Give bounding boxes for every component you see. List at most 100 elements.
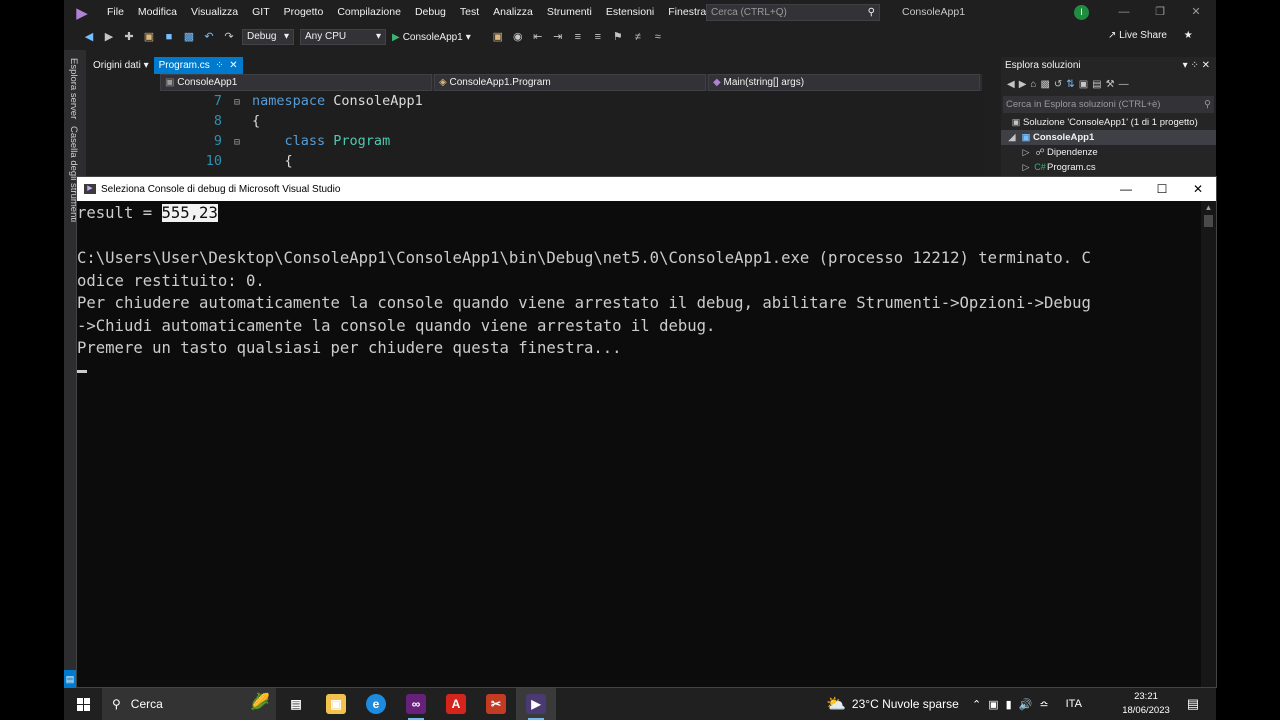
menu-debug[interactable]: Debug (408, 0, 453, 25)
language-indicator[interactable]: ITA (1066, 698, 1082, 710)
preview-icon[interactable]: — (1119, 79, 1129, 90)
taskbar-search[interactable]: ⚲ Cerca 🌽 (102, 688, 276, 720)
step-into-icon[interactable]: ⇥ (551, 30, 565, 44)
tree-solution[interactable]: ▣ Soluzione 'ConsoleApp1' (1 di 1 progett… (1001, 115, 1216, 130)
home-icon[interactable]: ⌂ (1030, 79, 1036, 90)
close-icon[interactable]: ✕ (1180, 177, 1216, 201)
bookmark-icon[interactable]: ⚑ (611, 30, 625, 44)
chevron-down-icon[interactable]: ▾ (1183, 60, 1188, 71)
member-dropdown[interactable]: ◆ Main(string[] args) (708, 74, 980, 91)
user-avatar[interactable]: I (1074, 5, 1089, 20)
solution-label: Soluzione 'ConsoleApp1' (1 di 1 progetto… (1023, 117, 1198, 128)
uncomment-icon[interactable]: ≈ (651, 30, 665, 44)
acrobat-button[interactable]: A (436, 688, 476, 720)
comment-icon[interactable]: ≠ (631, 30, 645, 44)
console-line: C:\Users\User\Desktop\ConsoleApp1\Consol… (77, 249, 1091, 267)
collapsed-arrow-icon[interactable]: ▷ (1019, 145, 1033, 160)
menu-progetto[interactable]: Progetto (277, 0, 331, 25)
menu-estensioni[interactable]: Estensioni (599, 0, 661, 25)
browse-icon[interactable]: ▣ (491, 30, 505, 44)
minimize-icon[interactable]: — (1108, 177, 1144, 201)
menu-test[interactable]: Test (453, 0, 486, 25)
code-line: 7 ⊟ namespace ConsoleApp1 (160, 91, 960, 111)
open-folder-icon[interactable]: ▣ (142, 30, 156, 44)
forward-icon[interactable]: ▶ (1019, 79, 1027, 90)
class-dropdown[interactable]: ◈ ConsoleApp1.Program (434, 74, 706, 91)
maximize-icon[interactable]: ☐ (1144, 177, 1180, 201)
properties-icon[interactable]: ⚒ (1106, 79, 1115, 90)
menu-compilazione[interactable]: Compilazione (330, 0, 408, 25)
menu-visualizza[interactable]: Visualizza (184, 0, 245, 25)
tree-program-cs[interactable]: ▷ C# Program.cs (1001, 160, 1216, 175)
pin-icon[interactable]: ⁘ (215, 60, 223, 71)
history-icon[interactable]: ↺ (1054, 79, 1062, 90)
volume-icon[interactable]: 🔊 (1019, 698, 1033, 711)
collapse-icon[interactable]: ⊟ (222, 93, 252, 113)
redo-icon[interactable]: ↷ (222, 30, 236, 44)
tree-project[interactable]: ◢ ▣ ConsoleApp1 (1001, 130, 1216, 145)
minimize-icon[interactable]: — (1106, 0, 1142, 25)
debug-console-task-button[interactable]: ▶ (516, 688, 556, 720)
pin-icon[interactable]: ⁘ (1190, 60, 1198, 71)
usb-icon[interactable]: ▮ (1006, 698, 1012, 711)
start-button[interactable] (64, 688, 102, 720)
new-project-icon[interactable]: ✚ (122, 30, 136, 44)
close-icon[interactable]: ✕ (1202, 60, 1210, 71)
menu-analizza[interactable]: Analizza (486, 0, 540, 25)
tab-origini-dati[interactable]: Origini dati ▾ (88, 57, 154, 74)
collapsed-arrow-icon[interactable]: ▷ (1019, 160, 1033, 175)
task-view-button[interactable]: ▤ (276, 688, 316, 720)
network-share-icon[interactable]: ▣ (988, 698, 998, 711)
maximize-icon[interactable]: ❐ (1142, 0, 1178, 25)
clock[interactable]: 23:21 18/06/2023 (1118, 690, 1174, 718)
feedback-icon[interactable]: ★ (1184, 30, 1193, 41)
scroll-thumb[interactable] (1204, 215, 1213, 227)
notification-icon[interactable]: ▤ (1182, 688, 1204, 720)
sync-icon[interactable]: ⇅ (1066, 79, 1074, 90)
wifi-icon[interactable]: ≏ (1039, 698, 1048, 711)
close-icon[interactable]: ✕ (229, 60, 237, 71)
vs-search-box[interactable]: Cerca (CTRL+Q) ⚲ (706, 4, 880, 21)
save-all-icon[interactable]: ▩ (182, 30, 196, 44)
show-all-files-icon[interactable]: ▤ (1092, 79, 1101, 90)
tree-dependencies[interactable]: ▷ ☍ Dipendenze (1001, 145, 1216, 160)
snipping-tool-button[interactable]: ✂ (476, 688, 516, 720)
step-icon[interactable]: ⇤ (531, 30, 545, 44)
close-icon[interactable]: ✕ (1178, 0, 1214, 25)
menu-file[interactable]: File (100, 0, 131, 25)
indent-icon[interactable]: ≡ (571, 30, 585, 44)
file-explorer-button[interactable]: ▣ (316, 688, 356, 720)
solution-search-input[interactable]: Cerca in Esplora soluzioni (CTRL+è) ⚲ (1003, 96, 1214, 113)
menu-modifica[interactable]: Modifica (131, 0, 184, 25)
config-dropdown[interactable]: Debug ▾ (242, 29, 294, 45)
console-scrollbar[interactable]: ▲ (1201, 201, 1216, 687)
weather-widget[interactable]: ⛅ 23°C Nuvole sparse (826, 688, 959, 720)
switch-views-icon[interactable]: ▩ (1040, 79, 1049, 90)
menu-git[interactable]: GIT (245, 0, 277, 25)
code-editor[interactable]: 7 ⊟ namespace ConsoleApp1 8{ 9 ⊟ class Prog… (160, 91, 984, 177)
collapse-all-icon[interactable]: ▣ (1079, 79, 1088, 90)
edge-button[interactable]: e (356, 688, 396, 720)
status-bar-icon[interactable]: ▤ (64, 670, 76, 688)
forward-icon[interactable]: ▶ (102, 30, 116, 44)
back-icon[interactable]: ◀ (82, 30, 96, 44)
console-output[interactable]: result = 555,23 C:\Users\User\Desktop\Co… (77, 201, 1201, 687)
start-debug-button[interactable]: ▶ ConsoleApp1 ▾ (392, 32, 471, 43)
expanded-arrow-icon[interactable]: ◢ (1005, 130, 1019, 145)
platform-value: Any CPU (305, 31, 347, 42)
chevron-up-icon[interactable]: ⌃ (972, 698, 981, 711)
scroll-up-icon[interactable]: ▲ (1201, 201, 1216, 215)
tab-server-explorer[interactable]: Esplora server (68, 58, 79, 119)
collapse-icon[interactable]: ⊟ (222, 133, 252, 153)
project-dropdown[interactable]: ▣ ConsoleApp1 (160, 74, 432, 91)
back-icon[interactable]: ◀ (1007, 79, 1015, 90)
live-share-button[interactable]: ↗ Live Share ★ (1108, 30, 1193, 41)
undo-icon[interactable]: ↶ (202, 30, 216, 44)
save-icon[interactable]: ■ (162, 30, 176, 44)
screenshot-icon[interactable]: ◉ (511, 30, 525, 44)
outdent-icon[interactable]: ≡ (591, 30, 605, 44)
menu-strumenti[interactable]: Strumenti (540, 0, 599, 25)
visual-studio-button[interactable]: ∞ (396, 688, 436, 720)
platform-dropdown[interactable]: Any CPU ▾ (300, 29, 386, 45)
tab-program-cs[interactable]: Program.cs ⁘ ✕ (153, 57, 243, 74)
